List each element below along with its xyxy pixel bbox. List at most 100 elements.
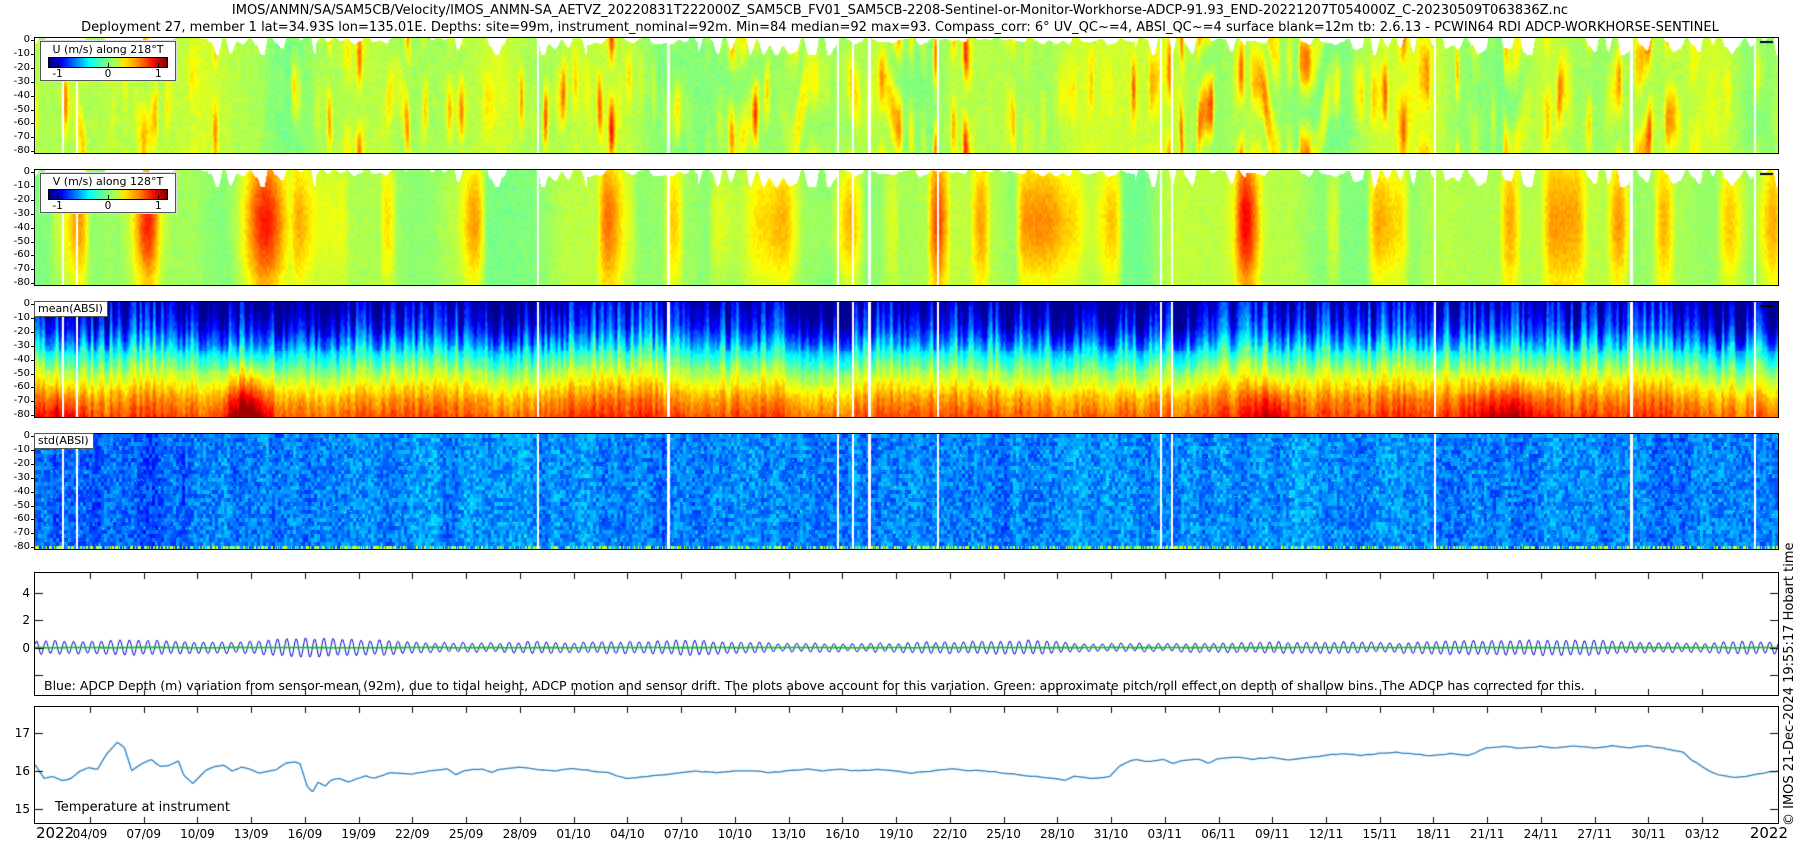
y-tick-mark xyxy=(31,464,35,465)
figure-title: IMOS/ANMN/SA/SAM5CB/Velocity/IMOS_ANMN-S… xyxy=(0,3,1800,18)
depth-variation-plot xyxy=(35,573,1778,695)
x-axis-date-label: 22/09 xyxy=(387,827,437,841)
mean-absi-label: mean(ABSI) xyxy=(34,301,108,317)
temperature-label: Temperature at instrument xyxy=(55,800,230,815)
v-legend-title: V (m/s) along 128°T xyxy=(41,175,175,188)
imos-watermark: © IMOS 21-Dec-2024 19:55:17 Hobart time xyxy=(1782,542,1797,826)
depth-tick-label: -20 xyxy=(0,62,30,73)
x-axis-date-label: 21/11 xyxy=(1462,827,1512,841)
y-tick-mark xyxy=(31,123,35,124)
depth-tick-label: -40 xyxy=(0,354,30,365)
x-axis-date-label: 03/12 xyxy=(1677,827,1727,841)
y-tick-mark xyxy=(31,255,35,256)
x-axis-date-label: 19/10 xyxy=(871,827,921,841)
depth-tick-label: -70 xyxy=(0,263,30,274)
colorbar-tick xyxy=(108,195,109,199)
temperature-y-tick-label: 16 xyxy=(2,764,30,778)
depth-tick-label: -30 xyxy=(0,472,30,483)
y-tick-mark xyxy=(31,533,35,534)
y-tick-mark xyxy=(31,374,35,375)
temperature-plot xyxy=(35,707,1778,823)
y-tick-mark xyxy=(31,172,35,173)
x-axis-date-label: 09/11 xyxy=(1247,827,1297,841)
depth-tick-label: -60 xyxy=(0,117,30,128)
y-tick-mark xyxy=(31,68,35,69)
depth-tick-label: -60 xyxy=(0,381,30,392)
colorbar-tick-label: 1 xyxy=(155,68,162,80)
colorbar-tick xyxy=(58,195,59,199)
colorbar-tick-label: -1 xyxy=(52,68,62,80)
y-tick-mark xyxy=(31,54,35,55)
x-axis-date-label: 31/10 xyxy=(1086,827,1136,841)
x-axis-date-label: 15/11 xyxy=(1355,827,1405,841)
y-tick-mark xyxy=(31,269,35,270)
depth-tick-label: -80 xyxy=(0,145,30,156)
x-axis-date-label: 12/11 xyxy=(1301,827,1351,841)
depth-tick-label: -60 xyxy=(0,513,30,524)
panel-std-absi: std(ABSI) xyxy=(34,433,1779,550)
depth-tick-label: -10 xyxy=(0,48,30,59)
y-tick-mark xyxy=(31,242,35,243)
x-axis-date-label: 03/11 xyxy=(1140,827,1190,841)
depth-tick-label: -10 xyxy=(0,444,30,455)
depth-tick-label: -40 xyxy=(0,90,30,101)
depth-tick-label: -80 xyxy=(0,541,30,552)
u-velocity-heatmap xyxy=(35,38,1778,153)
x-axis-date-label: 01/10 xyxy=(549,827,599,841)
y-tick-mark xyxy=(31,346,35,347)
std-absi-heatmap xyxy=(35,434,1778,549)
v-velocity-heatmap xyxy=(35,170,1778,285)
colorbar-tick xyxy=(108,63,109,67)
depth-tick-label: -50 xyxy=(0,500,30,511)
colorbar-tick xyxy=(158,63,159,67)
depth-tick-label: -30 xyxy=(0,340,30,351)
mean-absi-heatmap xyxy=(35,302,1778,417)
x-axis-date-label: 25/09 xyxy=(441,827,491,841)
colorbar-tick-label: -1 xyxy=(52,200,62,212)
x-axis-date-label: 10/10 xyxy=(710,827,760,841)
depth-tick-label: -20 xyxy=(0,326,30,337)
depth-tick-label: -40 xyxy=(0,222,30,233)
y-tick-mark xyxy=(31,360,35,361)
y-tick-mark xyxy=(31,137,35,138)
panel-mean-absi: mean(ABSI) xyxy=(34,301,1779,418)
x-axis-date-label: 16/10 xyxy=(817,827,867,841)
x-axis-date-label: 13/10 xyxy=(764,827,814,841)
x-axis-date-label: 04/10 xyxy=(602,827,652,841)
depth-tick-label: -60 xyxy=(0,249,30,260)
depth-tick-label: 0 xyxy=(0,166,30,177)
x-axis-date-label: 24/11 xyxy=(1516,827,1566,841)
v-colorbar-legend: V (m/s) along 128°T -1 0 1 xyxy=(40,173,176,213)
y-tick-mark xyxy=(31,492,35,493)
figure-subtitle: Deployment 27, member 1 lat=34.93S lon=1… xyxy=(0,20,1800,35)
y-tick-mark xyxy=(31,415,35,416)
x-axis-date-label: 28/10 xyxy=(1032,827,1082,841)
depth-tick-label: -20 xyxy=(0,194,30,205)
y-tick-mark xyxy=(31,228,35,229)
depthvar-y-tick-label: 2 xyxy=(2,613,30,627)
y-tick-mark xyxy=(31,332,35,333)
u-colorbar xyxy=(48,57,168,68)
depth-tick-label: -30 xyxy=(0,76,30,87)
y-tick-mark xyxy=(31,186,35,187)
colorbar-tick-label: 0 xyxy=(105,200,112,212)
depth-tick-label: -40 xyxy=(0,486,30,497)
x-axis-date-label: 19/09 xyxy=(334,827,384,841)
colorbar-tick xyxy=(158,195,159,199)
temperature-y-tick-label: 17 xyxy=(2,726,30,740)
depthvar-y-tick-label: 4 xyxy=(2,586,30,600)
depth-tick-label: -10 xyxy=(0,312,30,323)
y-tick-mark xyxy=(31,151,35,152)
depth-tick-label: 0 xyxy=(0,34,30,45)
colorbar-tick-label: 0 xyxy=(105,68,112,80)
y-tick-mark xyxy=(31,387,35,388)
y-tick-mark xyxy=(31,318,35,319)
depth-tick-label: 0 xyxy=(0,298,30,309)
colorbar-tick-label: 1 xyxy=(155,200,162,212)
colorbar-tick xyxy=(58,63,59,67)
y-tick-mark xyxy=(31,506,35,507)
y-tick-mark xyxy=(31,283,35,284)
x-axis-year-right: 2022 xyxy=(1740,824,1788,842)
x-axis-date-label: 16/09 xyxy=(280,827,330,841)
u-legend-title: U (m/s) along 218°T xyxy=(41,43,175,56)
